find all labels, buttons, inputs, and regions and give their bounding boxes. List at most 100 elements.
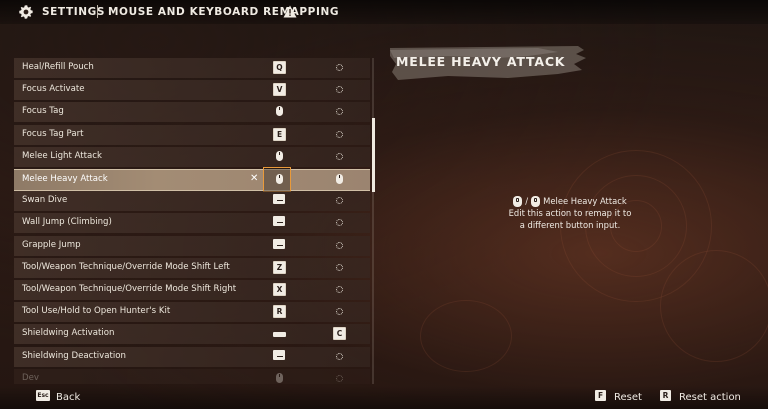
page-title: SETTINGS bbox=[42, 6, 105, 18]
primary-binding-slot[interactable] bbox=[273, 173, 286, 186]
primary-binding-slot[interactable] bbox=[273, 327, 286, 340]
primary-binding-slot[interactable]: V bbox=[273, 83, 286, 97]
primary-binding-slot[interactable] bbox=[273, 150, 286, 163]
primary-binding-slot[interactable] bbox=[273, 372, 286, 384]
binding-row[interactable]: Wall Jump (Climbing) bbox=[14, 213, 370, 234]
secondary-binding-slot[interactable] bbox=[333, 83, 346, 96]
secondary-binding-slot[interactable] bbox=[333, 61, 346, 74]
primary-binding-slot[interactable] bbox=[273, 216, 286, 229]
binding-label: Heal/Refill Pouch bbox=[22, 62, 94, 72]
reset-button[interactable]: Reset bbox=[614, 392, 642, 403]
unassigned-slot-icon bbox=[336, 219, 343, 227]
scrollbar-track[interactable] bbox=[372, 58, 374, 384]
binding-row[interactable]: Shieldwing Deactivation bbox=[14, 346, 370, 367]
binding-row-selected[interactable]: Melee Heavy Attack ✕ bbox=[14, 167, 370, 192]
primary-binding-slot[interactable]: Q bbox=[273, 61, 286, 74]
primary-binding-slot[interactable]: Z bbox=[273, 260, 286, 274]
header-bar: SETTINGS MOUSE AND KEYBOARD REMAPPING bbox=[0, 0, 768, 24]
back-button[interactable]: Back bbox=[56, 392, 80, 403]
binding-row[interactable]: Grapple Jump bbox=[14, 235, 370, 256]
secondary-binding-slot[interactable] bbox=[333, 261, 346, 274]
keycap-icon: Z bbox=[273, 260, 286, 274]
keycap-icon: Q bbox=[273, 61, 286, 74]
binding-label: Shieldwing Activation bbox=[22, 328, 115, 339]
binding-label: Wall Jump (Climbing) bbox=[22, 217, 112, 228]
shift-key-icon bbox=[273, 349, 285, 360]
gear-icon bbox=[19, 5, 33, 19]
binding-label: Focus Activate bbox=[22, 84, 85, 95]
binding-row[interactable]: Focus Tag bbox=[14, 102, 370, 123]
secondary-binding-slot[interactable]: C bbox=[333, 327, 346, 341]
keycap-icon: C bbox=[333, 327, 346, 341]
binding-row[interactable]: Tool/Weapon Technique/Override Mode Shif… bbox=[14, 257, 370, 278]
description-line: Edit this action to remap it to bbox=[508, 208, 632, 218]
unassigned-slot-icon bbox=[336, 152, 343, 160]
primary-binding-slot[interactable] bbox=[273, 238, 286, 252]
mouse-icon bbox=[513, 195, 523, 207]
shift-key-icon bbox=[273, 238, 285, 249]
binding-label: Tool/Weapon Technique/Override Mode Shif… bbox=[22, 261, 230, 272]
clear-binding-icon[interactable]: ✕ bbox=[250, 173, 258, 184]
keycap-icon: V bbox=[273, 83, 286, 97]
binding-row[interactable]: Focus Activate V bbox=[14, 80, 370, 101]
binding-row[interactable]: Shieldwing Activation C bbox=[14, 324, 370, 345]
primary-binding-slot[interactable]: X bbox=[273, 283, 286, 296]
unassigned-slot-icon bbox=[336, 352, 343, 360]
secondary-binding-slot[interactable] bbox=[333, 173, 346, 186]
reset-action-button[interactable]: Reset action bbox=[679, 392, 741, 403]
binding-row[interactable]: Melee Light Attack bbox=[14, 146, 370, 167]
esc-key-icon: Esc bbox=[36, 390, 50, 401]
description-line: a different button input. bbox=[519, 220, 621, 230]
secondary-binding-slot[interactable] bbox=[333, 150, 346, 163]
f-key-icon: F bbox=[595, 390, 606, 401]
unassigned-slot-icon bbox=[336, 241, 343, 249]
shift-key-icon bbox=[273, 216, 285, 227]
mouse-icon bbox=[276, 106, 283, 117]
secondary-binding-slot[interactable] bbox=[333, 283, 346, 296]
scrollbar-thumb[interactable] bbox=[372, 118, 375, 192]
action-description: / Melee Heavy Attack Edit this action to… bbox=[480, 195, 660, 231]
binding-label: Shieldwing Deactivation bbox=[22, 350, 126, 361]
unassigned-slot-icon bbox=[336, 286, 343, 293]
secondary-binding-slot[interactable] bbox=[333, 350, 346, 363]
primary-binding-slot[interactable]: R bbox=[273, 305, 286, 319]
binding-list: Heal/Refill Pouch Q Focus Activate V Focus T… bbox=[14, 58, 370, 384]
binding-separator: / bbox=[525, 196, 529, 206]
keycap-icon: X bbox=[273, 283, 286, 296]
binding-row[interactable]: Focus Tag Part E bbox=[14, 124, 370, 145]
primary-binding-slot[interactable]: E bbox=[273, 127, 286, 141]
binding-row[interactable]: Tool/Weapon Technique/Override Mode Shif… bbox=[14, 280, 370, 300]
binding-row[interactable]: Dev bbox=[14, 368, 370, 384]
binding-row[interactable]: Tool Use/Hold to Open Hunter's Kit R bbox=[14, 302, 370, 323]
header-divider bbox=[97, 5, 98, 18]
secondary-binding-slot[interactable] bbox=[333, 105, 346, 118]
binding-label: Melee Light Attack bbox=[22, 150, 103, 161]
binding-label: Grapple Jump bbox=[22, 239, 81, 250]
mouse-icon bbox=[336, 174, 343, 184]
page-subtitle: MOUSE AND KEYBOARD REMAPPING bbox=[108, 6, 340, 18]
unassigned-slot-icon bbox=[336, 308, 343, 316]
secondary-binding-slot[interactable] bbox=[333, 128, 346, 141]
unassigned-slot-icon bbox=[336, 374, 343, 382]
unassigned-slot-icon bbox=[336, 108, 343, 116]
secondary-binding-slot[interactable] bbox=[333, 239, 346, 252]
shift-key-icon bbox=[273, 194, 285, 205]
primary-binding-slot[interactable] bbox=[273, 105, 286, 118]
secondary-binding-slot[interactable] bbox=[333, 305, 346, 318]
secondary-binding-slot[interactable] bbox=[333, 372, 346, 384]
mouse-icon bbox=[276, 174, 283, 184]
unassigned-slot-icon bbox=[336, 130, 343, 138]
binding-label: Focus Tag Part bbox=[22, 128, 84, 139]
binding-row[interactable]: Swan Dive bbox=[14, 191, 370, 212]
primary-binding-slot[interactable] bbox=[273, 194, 286, 207]
binding-label: Tool/Weapon Technique/Override Mode Shif… bbox=[22, 284, 237, 294]
detail-title: MELEE HEAVY ATTACK bbox=[396, 54, 566, 69]
binding-label: Melee Heavy Attack bbox=[22, 174, 108, 184]
secondary-binding-slot[interactable] bbox=[333, 194, 346, 207]
r-key-icon: R bbox=[660, 390, 671, 401]
primary-binding-slot[interactable] bbox=[273, 349, 286, 363]
binding-row[interactable]: Heal/Refill Pouch Q bbox=[14, 58, 370, 78]
secondary-binding-slot[interactable] bbox=[333, 216, 346, 229]
mouse-side-button-icon bbox=[531, 195, 541, 207]
detail-header: MELEE HEAVY ATTACK bbox=[388, 44, 588, 84]
